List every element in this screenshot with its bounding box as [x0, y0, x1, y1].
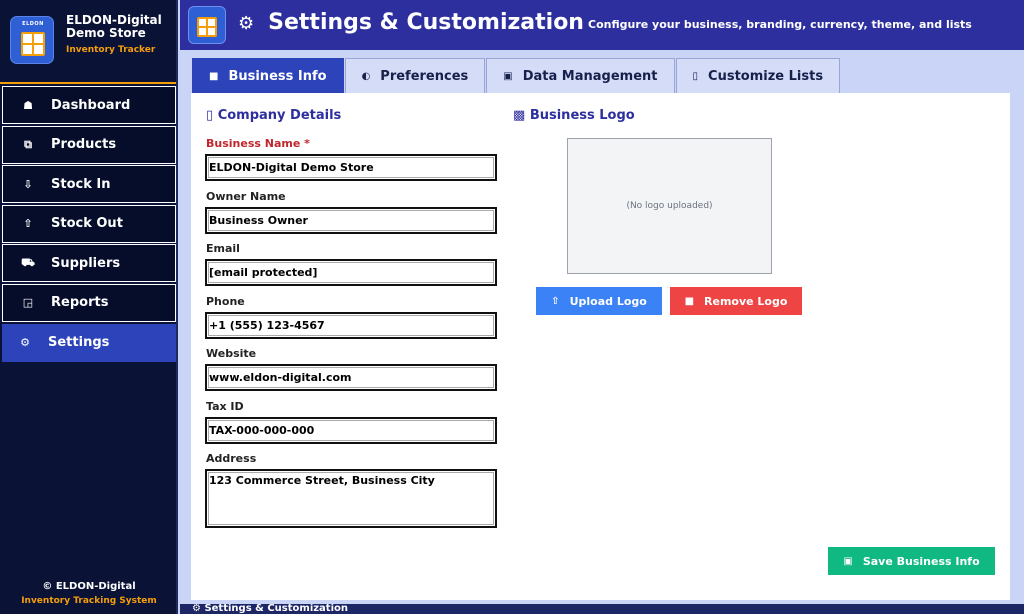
tab-label: Data Management [522, 68, 658, 84]
clipboard-icon: ▯ [206, 108, 214, 123]
report-icon: ◲ [22, 296, 34, 310]
sidebar-item-dashboard[interactable]: ☗ Dashboard [2, 86, 176, 124]
disk-icon: ▣ [503, 70, 513, 82]
business-name-label: Business Name * [206, 137, 310, 150]
business-name-field[interactable] [205, 154, 497, 181]
page-title: ⚙ Settings & Customization [238, 10, 584, 35]
footer-subtitle: Inventory Tracking System [21, 596, 157, 606]
sidebar-item-label: Settings [48, 335, 110, 351]
grid-icon [21, 32, 45, 56]
sidebar-footer: © ELDON-Digital Inventory Tracking Syste… [0, 581, 178, 606]
email-field[interactable] [205, 259, 497, 286]
gear-icon: ⚙ [238, 13, 255, 34]
save-business-info-button[interactable]: ▣ Save Business Info [828, 547, 995, 575]
page-subtitle: Configure your business, branding, curre… [588, 18, 972, 31]
page-title-text: Settings & Customization [268, 10, 584, 35]
settings-tabs: ■ Business Info ◐ Preferences ▣ Data Man… [192, 58, 841, 93]
website-label: Website [206, 347, 257, 360]
email-label: Email [206, 242, 240, 255]
sidebar-item-label: Dashboard [51, 97, 131, 113]
sidebar-item-settings[interactable]: ⚙ Settings [2, 323, 176, 362]
brand-logo: ELDON [10, 16, 54, 64]
logo-placeholder: (No logo uploaded) [626, 201, 713, 211]
sidebar-nav: ☗ Dashboard ⧉ Products ⇩ Stock In ⇧ Stoc… [2, 86, 176, 363]
sidebar-item-label: Reports [51, 295, 109, 311]
grid-icon [197, 17, 217, 37]
company-details-heading: ▯ Company Details [206, 108, 341, 123]
tab-data-management[interactable]: ▣ Data Management [486, 58, 675, 93]
business-info-panel: ▯ Company Details Business Name * Owner … [191, 93, 1010, 600]
remove-logo-button[interactable]: ■ Remove Logo [670, 287, 802, 315]
palette-icon: ◐ [361, 70, 371, 82]
tab-preferences[interactable]: ◐ Preferences [344, 58, 486, 93]
sidebar: ELDON ELDON-Digital Demo Store Inventory… [0, 0, 178, 614]
header-logo [188, 6, 226, 44]
tab-customize-lists[interactable]: ▯ Customize Lists [675, 58, 841, 93]
brand: ELDON ELDON-Digital Demo Store Inventory… [0, 0, 176, 84]
sidebar-item-label: Suppliers [51, 255, 121, 271]
footer-bar-text: ⚙ Settings & Customization [192, 604, 349, 614]
logo-preview: (No logo uploaded) [567, 138, 772, 274]
button-label: Upload Logo [569, 294, 647, 308]
phone-label: Phone [206, 295, 245, 308]
sidebar-item-label: Products [51, 137, 117, 153]
home-icon: ☗ [23, 98, 33, 112]
stock-in-icon: ⇩ [23, 177, 33, 191]
tab-label: Business Info [228, 68, 327, 84]
footer-bar: ⚙ Settings & Customization [180, 604, 1024, 614]
business-logo-heading: ▩ Business Logo [513, 108, 635, 123]
sidebar-item-label: Stock In [51, 176, 111, 192]
tab-label: Preferences [380, 68, 469, 84]
sidebar-item-stock-out[interactable]: ⇧ Stock Out [2, 204, 176, 243]
section-title: Company Details [217, 108, 342, 123]
address-label: Address [206, 452, 257, 465]
trash-icon: ■ [684, 295, 695, 307]
clipboard-icon: ▯ [692, 70, 699, 82]
upload-icon: ⇧ [551, 295, 560, 307]
sidebar-item-label: Stock Out [51, 216, 123, 232]
truck-icon: ⛟ [21, 255, 35, 269]
square-icon: ■ [209, 70, 219, 82]
brand-logo-text: ELDON [22, 21, 44, 27]
address-field[interactable]: 123 Commerce Street, Business City [205, 469, 497, 528]
gear-icon: ⚙ [20, 336, 30, 350]
tab-label: Customize Lists [708, 68, 824, 84]
tab-business-info[interactable]: ■ Business Info [192, 58, 344, 93]
stock-out-icon: ⇧ [23, 217, 33, 231]
sidebar-item-reports[interactable]: ◲ Reports [2, 283, 176, 322]
box-icon: ⧉ [24, 137, 32, 151]
owner-name-field[interactable] [205, 207, 497, 234]
tax-id-label: Tax ID [206, 400, 244, 413]
brand-name: ELDON-Digital Demo Store [66, 13, 162, 40]
website-field[interactable] [205, 364, 497, 391]
copyright-text: © ELDON-Digital [42, 581, 136, 592]
brand-subtitle: Inventory Tracker [66, 45, 156, 55]
upload-logo-button[interactable]: ⇧ Upload Logo [536, 287, 662, 315]
button-label: Save Business Info [862, 554, 980, 568]
owner-name-label: Owner Name [206, 190, 286, 203]
sidebar-item-stock-in[interactable]: ⇩ Stock In [2, 165, 176, 204]
section-title: Business Logo [529, 108, 635, 123]
sidebar-item-suppliers[interactable]: ⛟ Suppliers [2, 244, 176, 283]
page-header: ⚙ Settings & Customization Configure your… [180, 0, 1024, 50]
tax-id-field[interactable] [205, 417, 497, 444]
save-icon: ▣ [843, 555, 853, 567]
image-icon: ▩ [513, 108, 526, 123]
sidebar-item-products[interactable]: ⧉ Products [2, 125, 176, 164]
button-label: Remove Logo [704, 294, 788, 308]
phone-field[interactable] [205, 312, 497, 339]
